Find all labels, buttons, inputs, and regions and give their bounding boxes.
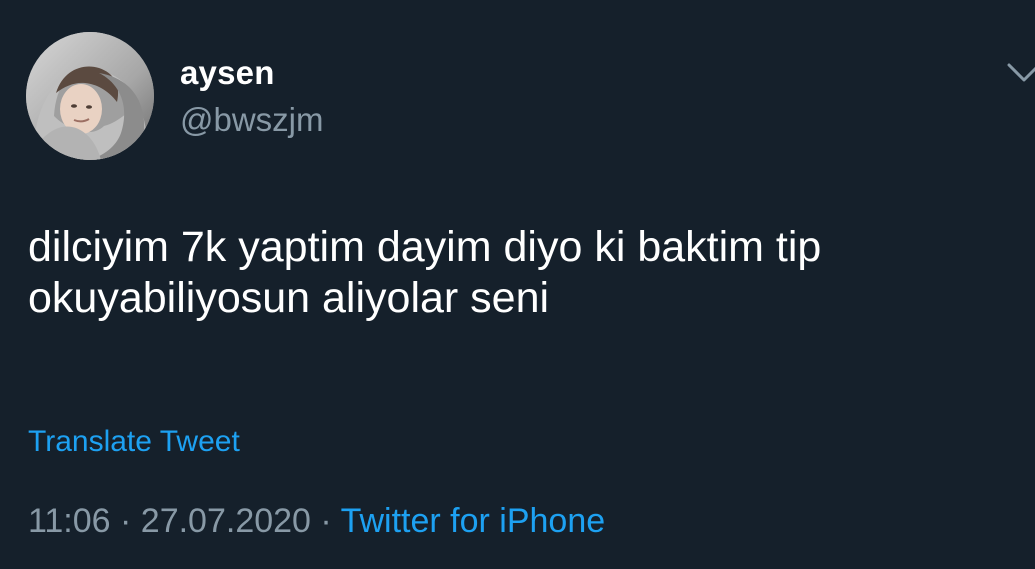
tweet-date[interactable]: 27.07.2020 [141, 502, 311, 540]
tweet-card: aysen @bwszjm dilciyim 7k yaptim dayim d… [0, 0, 1035, 569]
tweet-text: dilciyim 7k yaptim dayim diyo ki baktim … [28, 223, 822, 322]
tweet-meta: 11:06 · 27.07.2020 · Twitter for iPhone [28, 504, 605, 538]
avatar[interactable] [26, 32, 154, 160]
chevron-down-icon[interactable] [1007, 62, 1035, 84]
tweet-time[interactable]: 11:06 [28, 502, 111, 540]
avatar-image [26, 32, 154, 160]
author-handle[interactable]: @bwszjm [180, 103, 324, 136]
author-name[interactable]: aysen [180, 56, 275, 89]
tweet-source-link[interactable]: Twitter for iPhone [341, 502, 606, 540]
meta-separator-1: · [120, 502, 132, 540]
meta-separator-2: · [320, 502, 332, 540]
translate-tweet-link[interactable]: Translate Tweet [28, 427, 240, 457]
